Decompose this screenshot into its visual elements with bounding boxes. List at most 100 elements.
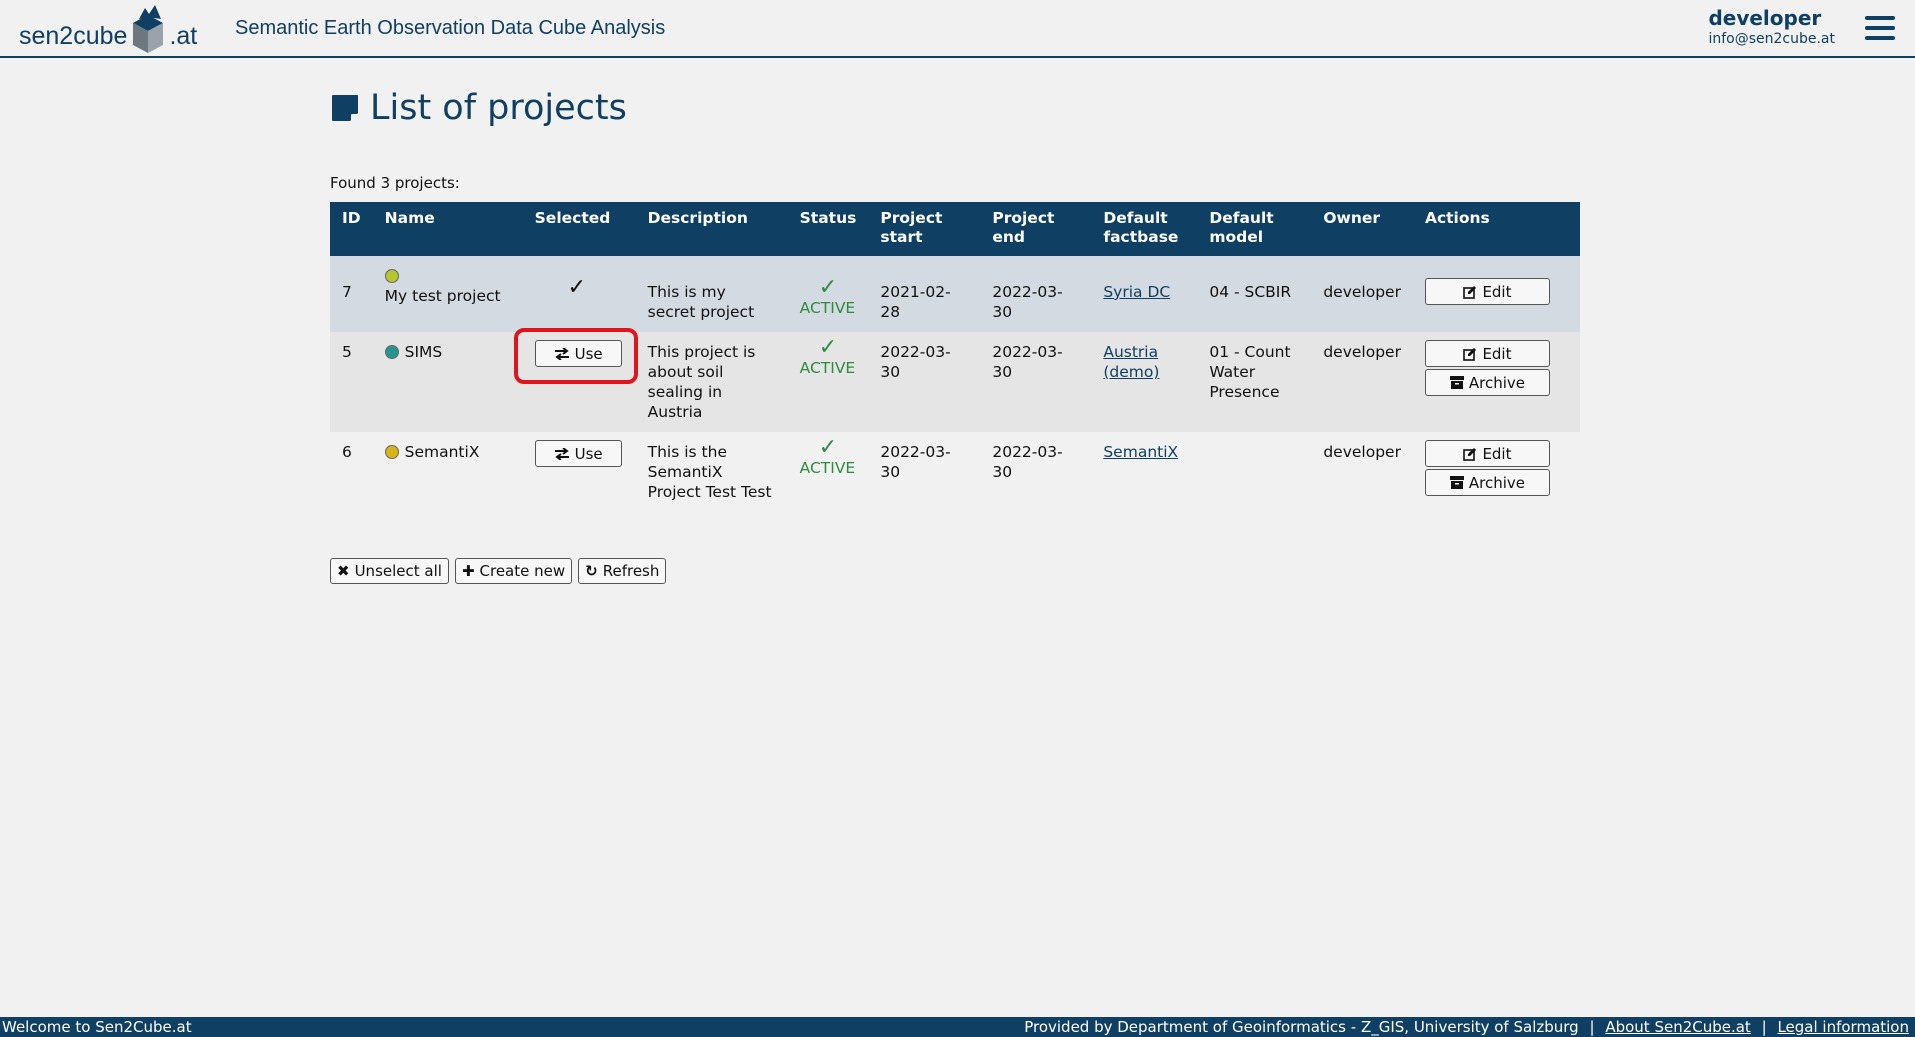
table-row: 7 My test project ✓ This is my secret pr… [330, 256, 1580, 332]
row-model: 01 - Count Water Presence [1197, 332, 1312, 432]
status-text: ACTIVE [799, 459, 856, 477]
footer-welcome: Welcome to Sen2Cube.at [2, 1018, 192, 1036]
user-name: developer [1708, 6, 1822, 30]
logo-text-right: .at [169, 22, 198, 50]
row-id: 7 [330, 256, 373, 332]
project-icon [332, 95, 358, 121]
page-title: List of projects [330, 86, 1580, 130]
row-end: 2022-03-30 [980, 256, 1092, 332]
table-toolbar: ✖ Unselect all ✚ Create new ↻ Refresh [330, 558, 1580, 584]
row-owner: developer [1311, 332, 1413, 432]
row-name: My test project [384, 287, 501, 305]
edit-button[interactable]: Edit [1424, 440, 1550, 467]
footer: Welcome to Sen2Cube.at Provided by Depar… [0, 1017, 1915, 1037]
table-row: 5 SIMS Use This project is about soil se… [330, 332, 1580, 432]
col-default-factbase: Default factbase [1091, 202, 1198, 256]
swap-arrows-icon [554, 347, 569, 360]
edit-button[interactable]: Edit [1424, 340, 1550, 367]
main-content: List of projects Found 3 projects: ID Na… [330, 86, 1580, 584]
col-name: Name [372, 202, 523, 256]
use-button[interactable]: Use [534, 440, 622, 467]
status-check-icon: ✓ [818, 435, 838, 460]
footer-separator: | [1589, 1018, 1595, 1036]
factbase-link[interactable]: SemantiX [1103, 443, 1178, 461]
edit-button[interactable]: Edit [1424, 278, 1550, 305]
row-id: 6 [330, 432, 373, 518]
row-start: 2021-02-28 [868, 256, 981, 332]
factbase-link[interactable]: Austria (demo) [1103, 343, 1159, 381]
row-id: 5 [330, 332, 373, 432]
create-new-button[interactable]: ✚ Create new [454, 558, 573, 584]
status-check-icon: ✓ [818, 335, 838, 360]
use-button[interactable]: Use [534, 340, 622, 367]
row-name-cell: My test project [372, 256, 523, 332]
row-selected: Use [522, 332, 636, 432]
archive-icon [1449, 376, 1464, 389]
refresh-button[interactable]: ↻ Refresh [578, 558, 667, 584]
top-bar: sen2cube .at Semantic Earth Observation … [0, 0, 1915, 58]
col-description: Description [635, 202, 788, 256]
col-owner: Owner [1311, 202, 1413, 256]
col-project-start: Project start [868, 202, 981, 256]
cube-logo-icon [133, 5, 164, 53]
user-info[interactable]: developer info@sen2cube.at [1708, 6, 1835, 48]
col-status: Status [787, 202, 869, 256]
app-title: Semantic Earth Observation Data Cube Ana… [235, 17, 666, 39]
footer-links: Provided by Department of Geoinformatics… [1024, 1017, 1909, 1037]
refresh-icon: ↻ [585, 562, 598, 580]
row-end: 2022-03-30 [980, 332, 1092, 432]
archive-button[interactable]: Archive [1424, 469, 1550, 496]
col-actions: Actions [1412, 202, 1580, 256]
found-count: Found 3 projects: [330, 174, 460, 192]
row-name: SemantiX [404, 443, 480, 461]
about-link[interactable]: About Sen2Cube.at [1605, 1018, 1751, 1036]
logo-text-left: sen2cube [19, 22, 128, 50]
close-icon: ✖ [337, 562, 350, 580]
row-owner: developer [1311, 432, 1413, 518]
row-factbase-cell: SemantiX [1091, 432, 1198, 518]
row-actions: Edit [1412, 256, 1580, 332]
footer-separator: | [1761, 1018, 1767, 1036]
projects-table: ID Name Selected Description Status Proj… [330, 202, 1580, 518]
factbase-link[interactable]: Syria DC [1103, 283, 1170, 301]
legal-link[interactable]: Legal information [1777, 1018, 1909, 1036]
hamburger-menu-icon[interactable] [1865, 16, 1895, 40]
unselect-all-button[interactable]: ✖ Unselect all [330, 558, 449, 584]
selected-check-icon: ✓ [522, 256, 636, 332]
project-color-dot [384, 269, 399, 283]
row-description: This is the SemantiX Project Test Test [635, 432, 788, 518]
col-project-end: Project end [980, 202, 1092, 256]
status-text: ACTIVE [799, 359, 856, 377]
col-id: ID [330, 202, 373, 256]
row-name: SIMS [404, 343, 443, 361]
col-selected: Selected [522, 202, 636, 256]
footer-provided-by: Provided by Department of Geoinformatics… [1024, 1018, 1579, 1036]
plus-icon: ✚ [461, 562, 475, 580]
user-email: info@sen2cube.at [1708, 31, 1835, 47]
edit-icon [1463, 447, 1477, 461]
row-start: 2022-03-30 [868, 332, 981, 432]
page-title-text: List of projects [370, 88, 627, 128]
sen2cube-logo[interactable]: sen2cube .at [19, 5, 197, 55]
col-default-model: Default model [1197, 202, 1312, 256]
edit-icon [1463, 285, 1477, 299]
row-model [1197, 432, 1312, 518]
row-actions: Edit Archive [1412, 332, 1580, 432]
row-start: 2022-03-30 [868, 432, 981, 518]
row-end: 2022-03-30 [980, 432, 1092, 518]
row-status: ✓ ACTIVE [787, 256, 869, 332]
row-name-cell: SemantiX [372, 432, 523, 518]
row-owner: developer [1311, 256, 1413, 332]
row-actions: Edit Archive [1412, 432, 1580, 518]
archive-button[interactable]: Archive [1424, 369, 1550, 396]
row-status: ✓ ACTIVE [787, 432, 869, 518]
row-model: 04 - SCBIR [1197, 256, 1312, 332]
row-selected: Use [522, 432, 636, 518]
table-row: 6 SemantiX Use This is the SemantiX Proj… [330, 432, 1580, 518]
row-name-cell: SIMS [372, 332, 523, 432]
status-check-icon: ✓ [818, 275, 838, 300]
project-color-dot [384, 445, 399, 459]
table-header-row: ID Name Selected Description Status Proj… [330, 202, 1580, 256]
row-factbase-cell: Syria DC [1091, 256, 1198, 332]
project-color-dot [384, 345, 399, 359]
